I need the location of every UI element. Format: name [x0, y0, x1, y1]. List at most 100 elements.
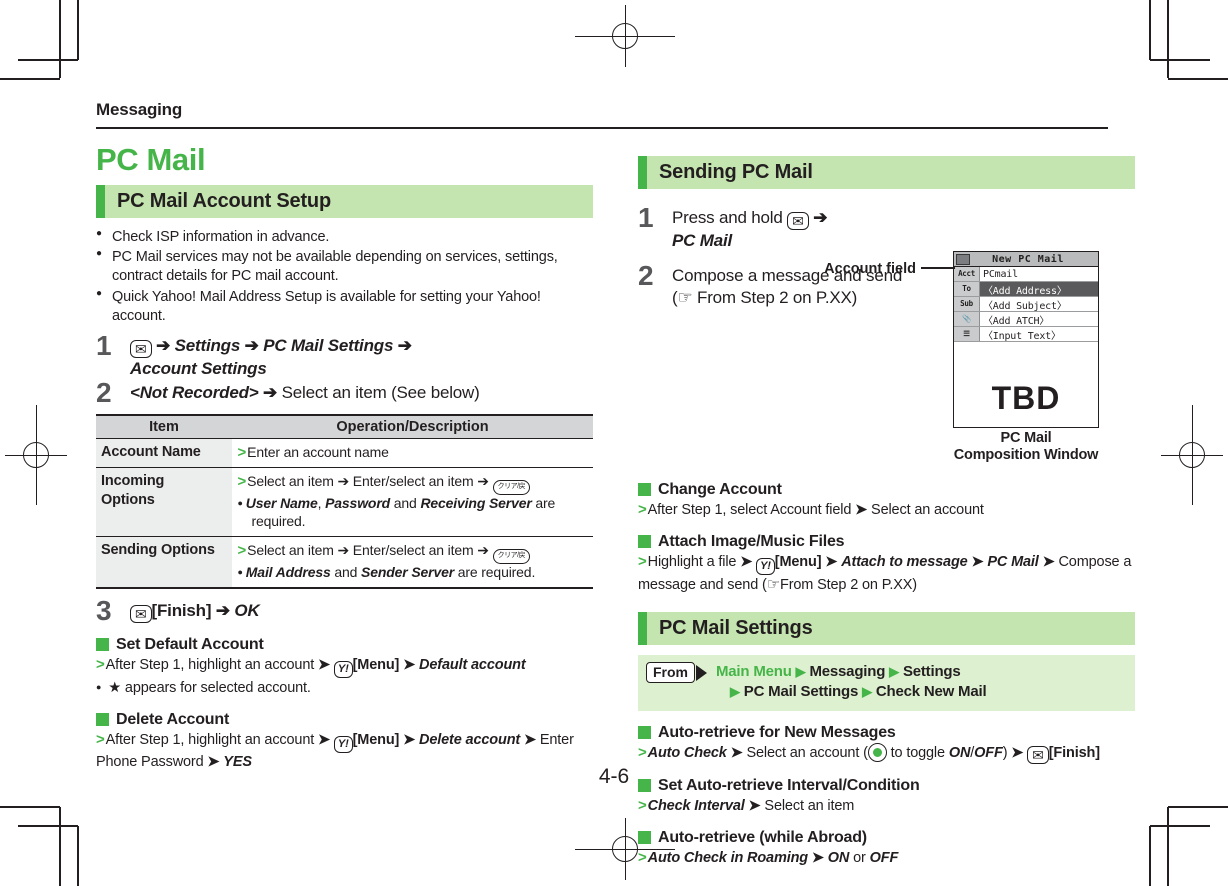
green-square-icon: [96, 638, 109, 652]
operation-text: Select an item ➔ Enter/select an item ➔: [247, 541, 489, 558]
crop-mark-top-right-h: [1168, 78, 1228, 80]
chevron-right-icon: >: [638, 743, 647, 761]
crop-mark-top-right-h2: [1150, 59, 1210, 61]
callout-label: Account field: [824, 261, 916, 277]
subsection-line: >After Step 1, highlight an account ➤ Y!…: [96, 655, 593, 678]
table-header-row: Item Operation/Description: [96, 413, 593, 439]
crop-mark-top-right-v2: [1149, 0, 1151, 60]
breadcrumb-item-settings: Settings: [902, 663, 961, 681]
triangle-right-icon: ▶: [795, 664, 806, 680]
menu-label: [Menu]: [774, 553, 822, 570]
green-square-icon: [638, 535, 651, 549]
section-header-label: Sending PC Mail: [659, 161, 813, 183]
crop-mark-top-left-h2: [18, 59, 78, 61]
chevron-right-icon: >: [638, 552, 647, 570]
arrow-icon: ➔: [156, 335, 171, 355]
clear-key-icon: クリア/戻: [492, 480, 531, 496]
step-2: 2 <Not Recorded> ➔ Select an item (See b…: [96, 378, 593, 406]
header-rule: [96, 127, 1108, 129]
phone-body-blank: [954, 342, 1098, 378]
star-icon: ★: [108, 679, 122, 696]
breadcrumb-item-messaging: Messaging: [809, 663, 886, 681]
step-1: 1 Press and hold ✉ ➔ PC Mail: [638, 204, 953, 252]
section-header-label: PC Mail Account Setup: [117, 189, 331, 212]
operation-line: >Select an item ➔ Enter/select an item ➔…: [238, 472, 589, 496]
subsection-heading-label: Change Account: [658, 480, 782, 498]
menu-label: [Menu]: [352, 731, 400, 748]
term: Default account: [419, 656, 526, 673]
step-term: PC Mail: [672, 231, 733, 250]
subsection-heading-label: Set Default Account: [116, 635, 264, 653]
arrow-icon: ➤: [318, 731, 331, 748]
column-header-item: Item: [96, 413, 232, 439]
table-row: Account Name >Enter an account name: [96, 438, 593, 469]
table-row: Sending Options >Select an item ➔ Enter/…: [96, 536, 593, 589]
figure-caption-line-1: PC Mail: [1000, 430, 1052, 446]
crop-mark-top-left-v: [59, 0, 61, 78]
step-number: 3: [96, 594, 112, 626]
phone-row-attachment: 📎 〈Add ATCH〉: [954, 312, 1098, 327]
figure-caption: PC Mail Composition Window: [935, 430, 1117, 465]
list-item: Quick Yahoo! Mail Address Setup is avail…: [96, 287, 593, 327]
term: Receiving Server: [420, 495, 532, 512]
chevron-right-icon: >: [638, 848, 647, 866]
step-body: ✉ [Finish] ➔ OK: [130, 600, 593, 623]
section-header-pc-mail-settings: PC Mail Settings: [638, 612, 1135, 646]
arrow-icon: ➔: [397, 335, 412, 355]
triangle-right-icon: ▶: [862, 684, 872, 700]
triangle-right-icon: ▶: [889, 664, 899, 680]
term: ON: [827, 849, 850, 866]
breadcrumb-item-pc-mail-settings: PC Mail Settings: [743, 683, 859, 701]
subsection-line: >Auto Check in Roaming ➤ ON or OFF: [638, 848, 899, 866]
list-item: PC Mail services may not be available de…: [96, 247, 593, 287]
step-1: 1 ✉ ➔ Settings ➔ PC Mail Settings ➔ Acco…: [96, 329, 593, 380]
subsection-heading-label: Auto-retrieve for New Messages: [658, 723, 896, 741]
subsection-heading-label: Auto-retrieve (while Abroad): [658, 828, 867, 846]
subsection-heading-label: Delete Account: [116, 710, 230, 728]
chevron-right-icon: >: [638, 500, 647, 518]
crop-mark-bottom-right-v2: [1149, 826, 1151, 886]
phone-row-account: Acct PCmail: [954, 267, 1098, 282]
status-icon: [956, 253, 970, 265]
crop-mark-bottom-right-v: [1167, 807, 1169, 886]
bullet-icon: ●: [237, 566, 243, 577]
cell-item-name: Incoming Options: [96, 467, 233, 537]
arrow-icon: ➔: [244, 335, 259, 355]
menu-label: [Menu]: [352, 656, 400, 673]
table-row: Incoming Options >Select an item ➔ Enter/…: [96, 467, 593, 537]
page-title: PC Mail: [96, 142, 206, 177]
step-term: PC Mail Settings: [263, 335, 394, 355]
subsection-delete-account: Delete Account >After Step 1, highlight …: [96, 711, 593, 772]
breadcrumb: From Main Menu ▶ Messaging ▶ Settings ▶ …: [638, 655, 1135, 711]
term: PC Mail: [987, 553, 1039, 570]
breadcrumb-item-main-menu: Main Menu: [716, 663, 792, 681]
callout-leader-line: [921, 267, 955, 269]
chevron-right-icon: >: [96, 730, 105, 748]
arrow-icon: ➤: [748, 797, 761, 814]
step-body: <Not Recorded> ➔ Select an item (See bel…: [130, 382, 593, 404]
step-reference: (☞ From Step 2 on P.XX): [672, 288, 858, 308]
sending-steps-with-screenshot: 1 Press and hold ✉ ➔ PC Mail 2 Compose a…: [638, 199, 1135, 465]
phone-row-value: 〈Input Text〉: [983, 330, 1061, 342]
subsection-auto-retrieve-new: Auto-retrieve for New Messages >Auto Che…: [638, 724, 1135, 764]
text-lines-icon: ☰: [954, 327, 980, 341]
registration-mark-right: [1161, 405, 1223, 505]
operation-note: ● Mail Address and Sender Server are requ…: [237, 563, 536, 580]
callout-account-field: Account field: [785, 261, 955, 277]
phone-row-value: 〈Add Subject〉: [983, 300, 1067, 312]
step-number: 1: [96, 329, 112, 361]
sending-steps: 1 Press and hold ✉ ➔ PC Mail 2 Compose a…: [638, 199, 953, 465]
step-text: Select an item (See below): [281, 382, 480, 402]
figure-caption-line-2: Composition Window: [953, 447, 1099, 464]
subsection-line: >Check Interval ➤ Select an item: [638, 796, 855, 814]
term: Check Interval: [647, 797, 745, 814]
subsection-note: ● ★ appears for selected account.: [96, 679, 311, 696]
subsection-auto-retrieve-abroad: Auto-retrieve (while Abroad) >Auto Check…: [638, 829, 1135, 868]
operation-note: ● User Name, Password and Receiving Serve…: [237, 495, 556, 529]
screenshot-figure: Account field New PC Mail Acct PCmail To…: [824, 199, 1135, 465]
green-square-icon: [638, 726, 651, 740]
phone-row-value: PCmail: [983, 268, 1018, 280]
subsection-heading: Change Account: [638, 481, 1135, 499]
subsection-line: >Highlight a file ➤ Y! [Menu] ➤ Attach to…: [638, 552, 1132, 593]
term: Password: [325, 495, 391, 512]
